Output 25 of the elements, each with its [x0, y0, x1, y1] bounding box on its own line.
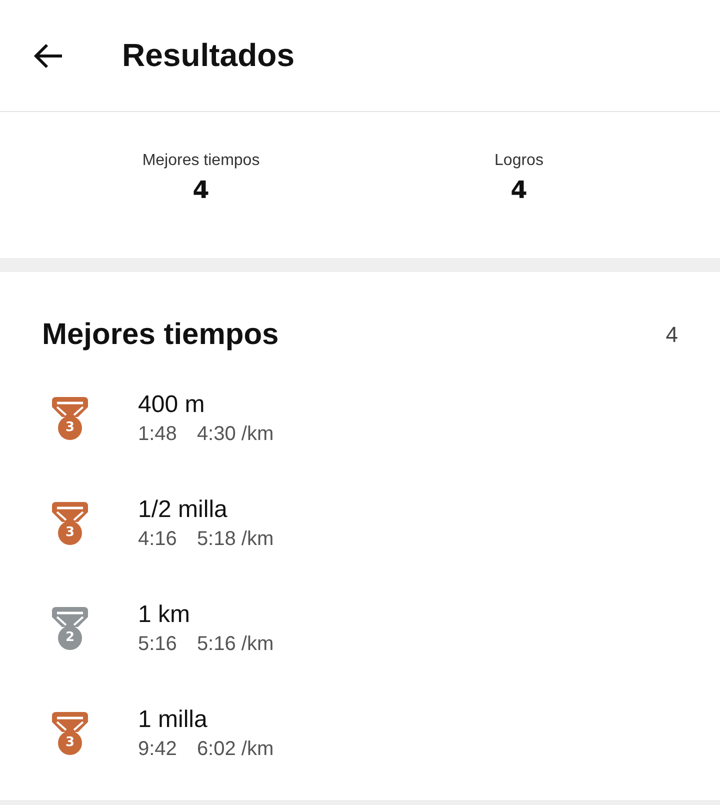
- section-title: Mejores tiempos: [42, 318, 279, 352]
- stat-label: Logros: [494, 152, 544, 170]
- back-arrow-icon: [34, 42, 64, 68]
- record-pace: 4:30 /km: [196, 423, 274, 446]
- page-title: Resultados: [122, 37, 294, 74]
- record-time: 4:16: [138, 528, 177, 551]
- section-count: 4: [666, 322, 678, 348]
- medal-number: 2: [64, 630, 76, 646]
- record-time: 1:48: [138, 423, 177, 446]
- record-distance: 1/2 milla: [138, 496, 228, 524]
- stat-label: Mejores tiempos: [142, 152, 260, 170]
- back-button[interactable]: [34, 42, 64, 68]
- record-distance: 1 km: [138, 601, 192, 629]
- stat-value: 4: [510, 176, 528, 204]
- record-pace: 5:18 /km: [196, 528, 274, 551]
- record-distance: 400 m: [138, 391, 206, 419]
- record-pace: 6:02 /km: [196, 738, 274, 761]
- medal-number: 3: [64, 734, 76, 750]
- stat-value: 4: [192, 176, 210, 204]
- record-time: 5:16: [138, 633, 177, 656]
- record-pace: 5:16 /km: [196, 633, 274, 656]
- record-distance: 1 milla: [138, 706, 208, 734]
- medal-number: 3: [64, 420, 76, 436]
- record-time: 9:42: [138, 738, 177, 761]
- medal-number: 3: [64, 524, 76, 540]
